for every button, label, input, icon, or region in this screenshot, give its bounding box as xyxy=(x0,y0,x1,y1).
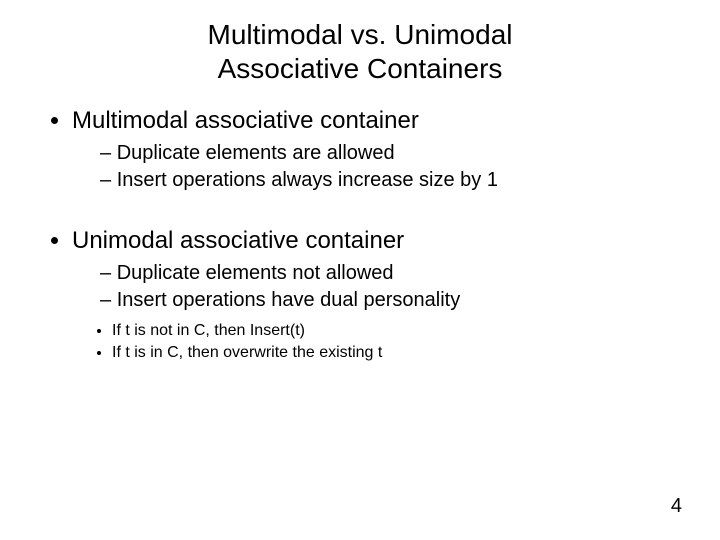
section-2-subsub-2: If t is in C, then overwrite the existin… xyxy=(112,343,680,363)
title-line-2: Associative Containers xyxy=(218,53,503,84)
bullet-list-2: Unimodal associative container Duplicate… xyxy=(40,227,680,363)
section-2-subsub-1: If t is not in C, then Insert(t) xyxy=(112,321,680,341)
section-2: Unimodal associative container Duplicate… xyxy=(72,227,680,363)
slide-title: Multimodal vs. Unimodal Associative Cont… xyxy=(40,18,680,85)
section-1-heading: Multimodal associative container xyxy=(72,107,419,134)
section-2-subitems: Duplicate elements not allowed Insert op… xyxy=(72,261,680,313)
section-2-sub-2: Insert operations have dual personality xyxy=(100,288,680,313)
bullet-list: Multimodal associative container Duplica… xyxy=(40,107,680,193)
spacer xyxy=(40,199,680,227)
section-2-subsubitems: If t is not in C, then Insert(t) If t is… xyxy=(72,321,680,363)
section-1-sub-2: Insert operations always increase size b… xyxy=(100,168,680,193)
section-1: Multimodal associative container Duplica… xyxy=(72,107,680,193)
page-number: 4 xyxy=(671,495,682,518)
section-1-sub-1: Duplicate elements are allowed xyxy=(100,141,680,166)
title-line-1: Multimodal vs. Unimodal xyxy=(208,19,513,50)
section-2-sub-1: Duplicate elements not allowed xyxy=(100,261,680,286)
section-1-subitems: Duplicate elements are allowed Insert op… xyxy=(72,141,680,193)
slide: Multimodal vs. Unimodal Associative Cont… xyxy=(0,0,720,540)
section-2-heading: Unimodal associative container xyxy=(72,227,404,254)
